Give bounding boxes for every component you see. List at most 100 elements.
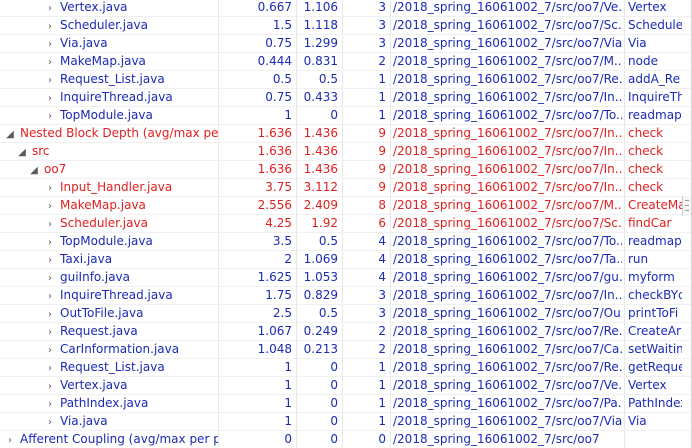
table-row[interactable]: › Taxi.java 2 1.069 4/2018_spring_16061002_7… xyxy=(0,251,691,269)
collapsed-chevron-icon[interactable]: › xyxy=(44,36,56,52)
method-name: check xyxy=(624,143,682,160)
table-row[interactable]: › InquireThread.java 1.75 0.829 3/2018_sprin… xyxy=(0,287,691,305)
collapsed-chevron-icon[interactable]: › xyxy=(44,306,56,322)
expand-triangle-icon[interactable]: ◢ xyxy=(16,144,28,160)
tree-node-label: Nested Block Depth (avg/max per xyxy=(20,126,218,140)
collapsed-chevron-icon[interactable]: › xyxy=(44,360,56,376)
table-row[interactable]: › Input_Handler.java 3.75 3.112 9/2018_sprin… xyxy=(0,179,691,197)
tree-node-cell: › Via.java xyxy=(0,413,218,430)
table-row[interactable]: › TopModule.java 1 0 1/2018_spring_16061002_… xyxy=(0,107,691,125)
std-dev-value: 1.92 xyxy=(296,215,342,232)
table-row[interactable]: › CarInformation.java 1.048 0.213 2/2018_spr… xyxy=(0,341,691,359)
collapsed-chevron-icon[interactable]: › xyxy=(4,432,16,448)
mean-value: 3.75 xyxy=(218,179,296,196)
table-row[interactable]: › Request_List.java 1 0 1/2018_spring_160610… xyxy=(0,359,691,377)
collapsed-chevron-icon[interactable]: › xyxy=(44,396,56,412)
max-value: 9 xyxy=(342,143,388,160)
resource-path: /2018_spring_16061002_7/src/oo7/M... xyxy=(390,53,622,70)
max-value: 6 xyxy=(342,215,388,232)
mean-value: 1.048 xyxy=(218,341,296,358)
mean-value: 2.556 xyxy=(218,197,296,214)
tree-node-label: src xyxy=(32,144,50,158)
expand-triangle-icon[interactable]: ◢ xyxy=(4,126,16,142)
std-dev-value: 0 xyxy=(296,395,342,412)
collapsed-chevron-icon[interactable]: › xyxy=(44,378,56,394)
expand-triangle-icon[interactable]: ◢ xyxy=(28,162,40,178)
metrics-tree-table: › Vertex.java 0.667 1.106 3/2018_spring_1606… xyxy=(0,0,692,448)
table-row[interactable]: › Vertex.java 0.667 1.106 3/2018_spring_1606… xyxy=(0,0,691,17)
table-row[interactable]: › PathIndex.java 1 0 1/2018_spring_16061002_… xyxy=(0,395,691,413)
table-row[interactable]: › MakeMap.java 2.556 2.409 8/2018_spring_160… xyxy=(0,197,691,215)
collapsed-chevron-icon[interactable]: › xyxy=(44,72,56,88)
std-dev-value: 0.5 xyxy=(296,233,342,250)
table-row[interactable]: › TopModule.java 3.5 0.5 4/2018_spring_16061… xyxy=(0,233,691,251)
tree-node-label: guiInfo.java xyxy=(60,270,131,284)
tree-node-label: Vertex.java xyxy=(60,0,128,14)
collapsed-chevron-icon[interactable]: › xyxy=(44,324,56,340)
tree-node-cell: › Input_Handler.java xyxy=(0,179,218,196)
table-row[interactable]: › Scheduler.java 1.5 1.118 3/2018_spring_160… xyxy=(0,17,691,35)
std-dev-value: 0.433 xyxy=(296,89,342,106)
table-row[interactable]: › Via.java 0.75 1.299 3/2018_spring_16061002… xyxy=(0,35,691,53)
collapsed-chevron-icon[interactable]: › xyxy=(44,252,56,268)
collapsed-chevron-icon[interactable]: › xyxy=(44,180,56,196)
table-row[interactable]: › OutToFile.java 2.5 0.5 3/2018_spring_16061… xyxy=(0,305,691,323)
mean-value: 1.636 xyxy=(218,161,296,178)
tree-node-cell: ◢ oo7 xyxy=(0,161,218,178)
table-row[interactable]: › Request_List.java 0.5 0.5 1/2018_spring_16… xyxy=(0,71,691,89)
table-row[interactable]: › guiInfo.java 1.625 1.053 4/2018_spring_160… xyxy=(0,269,691,287)
tree-node-cell: ◢ Nested Block Depth (avg/max per xyxy=(0,125,218,142)
collapsed-chevron-icon[interactable]: › xyxy=(44,54,56,70)
tree-node-label: Taxi.java xyxy=(60,252,113,266)
table-row[interactable]: ◢ oo7 1.636 1.436 9/2018_spring_16061002_7/s… xyxy=(0,161,691,179)
table-row[interactable]: ◢ src 1.636 1.436 9/2018_spring_16061002_7/s… xyxy=(0,143,691,161)
table-row[interactable]: › InquireThread.java 0.75 0.433 1/2018_sprin… xyxy=(0,89,691,107)
mean-value: 1 xyxy=(218,377,296,394)
table-row[interactable]: › Request.java 1.067 0.249 2/2018_spring_160… xyxy=(0,323,691,341)
max-value: 4 xyxy=(342,269,388,286)
table-row[interactable]: › Vertex.java 1 0 1/2018_spring_16061002_7/s… xyxy=(0,377,691,395)
collapsed-chevron-icon[interactable]: › xyxy=(44,18,56,34)
method-name: findCar xyxy=(624,215,682,232)
table-row[interactable]: › Afferent Coupling (avg/max per p 0 0 0/201… xyxy=(0,431,691,448)
column-resize-grip[interactable] xyxy=(682,196,691,216)
collapsed-chevron-icon[interactable]: › xyxy=(44,234,56,250)
table-row[interactable]: ◢ Nested Block Depth (avg/max per 1.636 1.4… xyxy=(0,125,691,143)
resource-path: /2018_spring_16061002_7/src/oo7/In... xyxy=(390,161,622,178)
collapsed-chevron-icon[interactable]: › xyxy=(44,198,56,214)
collapsed-chevron-icon[interactable]: › xyxy=(44,342,56,358)
collapsed-chevron-icon[interactable]: › xyxy=(44,270,56,286)
collapsed-chevron-icon[interactable]: › xyxy=(44,414,56,430)
collapsed-chevron-icon[interactable]: › xyxy=(44,108,56,124)
collapsed-chevron-icon[interactable]: › xyxy=(44,90,56,106)
method-name: Vertex xyxy=(624,377,682,394)
tree-node-cell: › Afferent Coupling (avg/max per p xyxy=(0,431,218,448)
table-row[interactable]: › Scheduler.java 4.25 1.92 6/2018_spring_160… xyxy=(0,215,691,233)
method-name: readmap xyxy=(624,107,682,124)
max-value: 1 xyxy=(342,71,388,88)
resource-path: /2018_spring_16061002_7/src/oo7/To... xyxy=(390,107,622,124)
tree-node-label: MakeMap.java xyxy=(60,54,146,68)
collapsed-chevron-icon[interactable]: › xyxy=(44,288,56,304)
std-dev-value: 1.069 xyxy=(296,251,342,268)
resource-path: /2018_spring_16061002_7/src/oo7/Ta... xyxy=(390,251,622,268)
table-row[interactable]: › Via.java 1 0 1/2018_spring_16061002_7/src/… xyxy=(0,413,691,431)
collapsed-chevron-icon[interactable]: › xyxy=(44,0,56,16)
max-value: 2 xyxy=(342,341,388,358)
std-dev-value: 0 xyxy=(296,107,342,124)
mean-value: 1 xyxy=(218,395,296,412)
mean-value: 1 xyxy=(218,107,296,124)
tree-node-label: MakeMap.java xyxy=(60,198,146,212)
mean-value: 1.625 xyxy=(218,269,296,286)
max-value: 9 xyxy=(342,179,388,196)
tree-node-label: Input_Handler.java xyxy=(60,180,173,194)
table-row[interactable]: › MakeMap.java 0.444 0.831 2/2018_spring_160… xyxy=(0,53,691,71)
tree-node-label: Via.java xyxy=(60,36,108,50)
mean-value: 1 xyxy=(218,413,296,430)
tree-node-label: InquireThread.java xyxy=(60,90,173,104)
tree-node-label: PathIndex.java xyxy=(60,396,149,410)
resource-path: /2018_spring_16061002_7/src/oo7/Ca... xyxy=(390,341,622,358)
std-dev-value: 0.831 xyxy=(296,53,342,70)
max-value: 3 xyxy=(342,287,388,304)
collapsed-chevron-icon[interactable]: › xyxy=(44,216,56,232)
